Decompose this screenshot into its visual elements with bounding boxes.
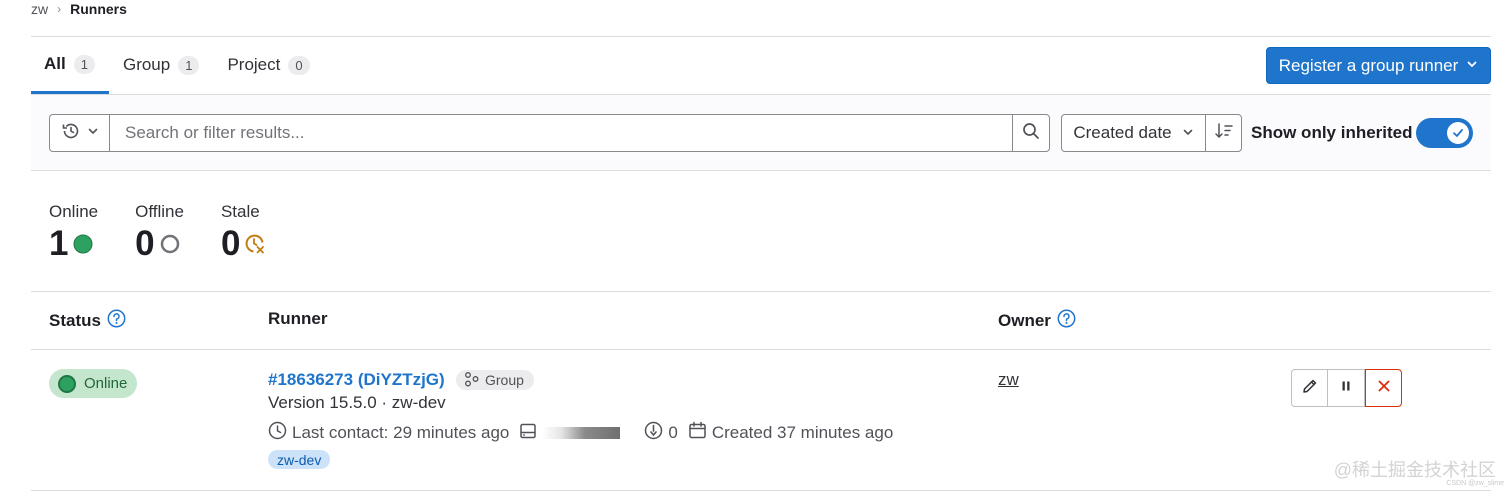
tab-label: All bbox=[44, 54, 66, 73]
close-icon bbox=[1376, 378, 1392, 399]
tab-count: 1 bbox=[178, 55, 200, 75]
runner-actions bbox=[1291, 369, 1402, 407]
tab-group[interactable]: Group 1 bbox=[109, 37, 213, 93]
column-header-owner: Owner bbox=[998, 309, 1076, 333]
delete-button[interactable] bbox=[1365, 369, 1402, 407]
filter-bar: Created date Show only inherited bbox=[31, 94, 1491, 171]
sort-label: Created date bbox=[1073, 123, 1172, 142]
status-online-icon bbox=[58, 374, 76, 393]
job-count: 0 bbox=[644, 421, 678, 445]
help-icon[interactable] bbox=[107, 309, 126, 333]
watermark-small: CSDN @zw_slime bbox=[1446, 480, 1504, 487]
sort-direction-button[interactable] bbox=[1205, 114, 1242, 152]
divider bbox=[31, 490, 1491, 491]
edit-button[interactable] bbox=[1291, 369, 1328, 407]
check-icon bbox=[1447, 122, 1469, 144]
stat-offline: Offline 0 bbox=[135, 202, 184, 262]
tab-label: Project bbox=[227, 55, 281, 74]
column-header-status: Status bbox=[49, 309, 126, 333]
show-inherited-toggle[interactable] bbox=[1416, 118, 1473, 148]
status-online-icon bbox=[72, 233, 94, 255]
pencil-icon bbox=[1301, 377, 1319, 400]
calendar-icon bbox=[688, 421, 707, 445]
chevron-down-icon bbox=[1182, 123, 1194, 143]
breadcrumb: zw › Runners bbox=[31, 0, 127, 18]
owner-link[interactable]: zw bbox=[998, 370, 1019, 390]
runner-meta: Last contact: 29 minutes ago 0 Created 3… bbox=[268, 421, 903, 445]
help-icon[interactable] bbox=[1057, 309, 1076, 333]
search-button[interactable] bbox=[1012, 114, 1050, 152]
chevron-down-icon bbox=[1466, 58, 1478, 73]
header-label: Owner bbox=[998, 311, 1051, 330]
created-at: Created 37 minutes ago bbox=[688, 421, 893, 445]
history-icon bbox=[61, 121, 81, 146]
divider bbox=[31, 349, 1491, 350]
stat-label: Online bbox=[49, 202, 99, 221]
runner-stats: Online 1 Offline 0 Stale 0 bbox=[49, 202, 303, 262]
stat-value: 0 bbox=[220, 224, 241, 263]
search-icon bbox=[1022, 122, 1040, 145]
tab-all[interactable]: All 1 bbox=[31, 37, 109, 94]
stat-value: 0 bbox=[135, 224, 155, 263]
sort-lowest-icon bbox=[1214, 122, 1234, 145]
stat-stale: Stale 0 bbox=[221, 202, 266, 262]
stat-online: Online 1 bbox=[49, 202, 98, 262]
chevron-down-icon bbox=[87, 124, 99, 142]
status-badge: Online bbox=[49, 369, 138, 398]
created-text: Created 37 minutes ago bbox=[711, 423, 894, 442]
watermark: @稀土掘金技术社区 bbox=[1333, 460, 1496, 480]
header-label: Status bbox=[49, 311, 101, 330]
stat-label: Stale bbox=[220, 202, 260, 221]
breadcrumb-parent[interactable]: zw bbox=[31, 1, 48, 17]
column-header-runner: Runner bbox=[268, 309, 328, 329]
server-icon bbox=[519, 422, 537, 445]
ip-address bbox=[519, 422, 634, 445]
status-offline-icon bbox=[159, 233, 181, 255]
runner-type-tabs: All 1 Group 1 Project 0 bbox=[31, 37, 324, 95]
status-stale-icon bbox=[244, 233, 266, 255]
clock-icon bbox=[268, 421, 287, 445]
tab-project[interactable]: Project 0 bbox=[213, 37, 323, 93]
stat-value: 1 bbox=[49, 224, 69, 263]
register-button-label: Register a group runner bbox=[1278, 55, 1459, 75]
stat-label: Offline bbox=[135, 202, 184, 221]
status-label: Online bbox=[84, 375, 128, 392]
tab-count: 1 bbox=[73, 54, 95, 74]
runner-version: Version 15.5.0 · zw-dev bbox=[268, 393, 446, 412]
tab-count: 0 bbox=[288, 55, 310, 75]
pause-icon bbox=[1339, 379, 1353, 398]
register-group-runner-button[interactable]: Register a group runner bbox=[1266, 47, 1491, 84]
header-label: Runner bbox=[268, 309, 328, 328]
job-count-text: 0 bbox=[668, 423, 678, 442]
divider bbox=[31, 291, 1491, 292]
show-inherited-label: Show only inherited bbox=[1251, 123, 1413, 142]
runner-tag[interactable]: zw-dev bbox=[268, 450, 331, 469]
runner-link[interactable]: #18636273 (DiYZTzjG) bbox=[268, 370, 445, 390]
pause-button[interactable] bbox=[1328, 369, 1365, 407]
tab-label: Group bbox=[122, 55, 171, 74]
pipeline-icon bbox=[644, 421, 663, 445]
runner-type-label: Group bbox=[485, 372, 524, 388]
chevron-right-icon: › bbox=[57, 2, 62, 16]
breadcrumb-current[interactable]: Runners bbox=[70, 1, 127, 17]
redacted-ip bbox=[542, 427, 621, 439]
group-icon bbox=[464, 371, 480, 390]
last-contact-text: Last contact: 29 minutes ago bbox=[292, 423, 510, 442]
search-history-button[interactable] bbox=[49, 114, 110, 152]
sort-dropdown[interactable]: Created date bbox=[1061, 114, 1206, 152]
runner-type-badge: Group bbox=[456, 370, 534, 390]
last-contact: Last contact: 29 minutes ago bbox=[268, 421, 509, 445]
search-input[interactable] bbox=[109, 114, 1013, 152]
